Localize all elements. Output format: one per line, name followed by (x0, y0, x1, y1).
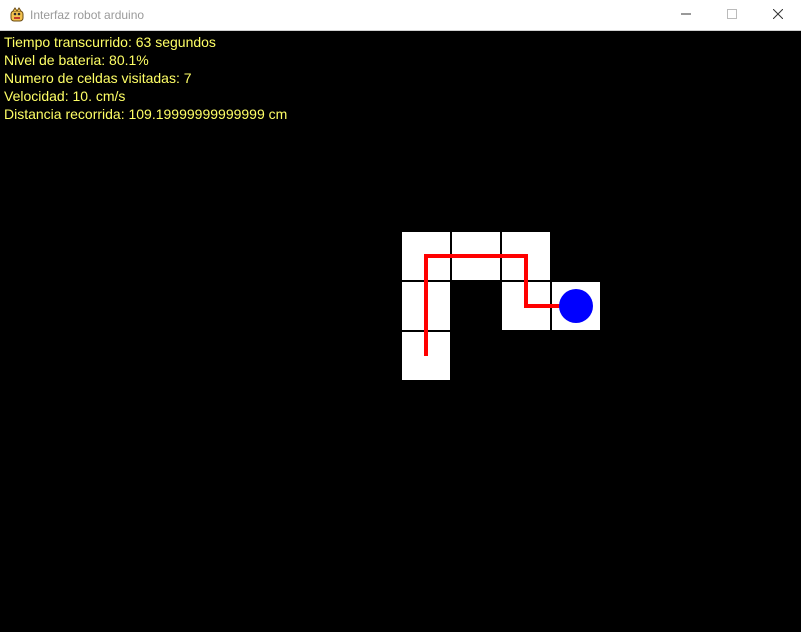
close-icon (772, 6, 784, 24)
app-window: Interfaz robot arduino Tiempo transcurri… (0, 0, 801, 632)
minimize-button[interactable] (663, 0, 709, 30)
maximize-button[interactable] (709, 0, 755, 30)
window-title: Interfaz robot arduino (30, 8, 145, 22)
robot-grid-map (400, 230, 602, 382)
game-canvas: Tiempo transcurrido: 63 segundos Nivel d… (1, 31, 800, 631)
pygame-snake-icon (9, 7, 25, 23)
close-button[interactable] (755, 0, 801, 30)
maximize-icon (727, 6, 737, 24)
title-bar[interactable]: Interfaz robot arduino (0, 0, 801, 31)
minimize-icon (681, 6, 691, 24)
robot-marker (559, 289, 593, 323)
